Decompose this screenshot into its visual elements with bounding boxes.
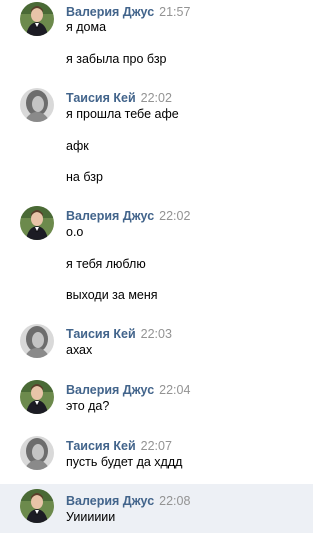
message-time[interactable]: 22:02 [141, 91, 172, 105]
message-time[interactable]: 22:03 [141, 327, 172, 341]
avatar[interactable] [20, 380, 54, 414]
message-group: Валерия Джус 21:57 я дома я забыла про бз… [0, 0, 313, 80]
message-text: выходи за меня [66, 288, 158, 302]
message-group: Валерия Джус 22:02 о.о я тебя люблю выход… [0, 204, 313, 316]
message-text: я прошла тебе афе [66, 107, 179, 121]
message-time[interactable]: 22:08 [159, 494, 190, 508]
message-text: я забыла про бзр [66, 52, 167, 66]
message-text: Уииииии [66, 510, 116, 524]
author-name[interactable]: Валерия Джус [66, 209, 154, 223]
message-text: я дома [66, 20, 107, 34]
message-history: Валерия Джус 21:57 я дома я забыла про бз… [0, 0, 313, 533]
message-time[interactable]: 21:57 [159, 5, 190, 19]
avatar-taisia-icon [20, 324, 54, 358]
avatar[interactable] [20, 436, 54, 470]
avatar-valeria-icon [20, 2, 54, 36]
avatar-valeria-icon [20, 380, 54, 414]
author-name[interactable]: Валерия Джус [66, 5, 154, 19]
avatar[interactable] [20, 324, 54, 358]
avatar-valeria-icon [20, 489, 54, 523]
message-text: ахах [66, 343, 93, 357]
message-group: Таисия Кей 22:02 я прошла тебе афе афк на… [0, 86, 313, 198]
message-text: на бзр [66, 170, 103, 184]
avatar[interactable] [20, 88, 54, 122]
message-text: афк [66, 139, 89, 153]
message-group: Таисия Кей 22:03 ахах [0, 322, 313, 368]
avatar-valeria-icon [20, 206, 54, 240]
author-name[interactable]: Валерия Джус [66, 383, 154, 397]
message-time[interactable]: 22:02 [159, 209, 190, 223]
author-name[interactable]: Валерия Джус [66, 494, 154, 508]
message-group-selected[interactable]: Валерия Джус 22:08 Уииииии [0, 484, 313, 533]
avatar[interactable] [20, 489, 54, 523]
message-group: Валерия Джус 22:04 это да? [0, 378, 313, 424]
message-text: я тебя люблю [66, 257, 146, 271]
message-text: пусть будет да хддд [66, 455, 183, 469]
message-text: о.о [66, 225, 84, 239]
author-name[interactable]: Таисия Кей [66, 91, 136, 105]
message-group: Таисия Кей 22:07 пусть будет да хддд [0, 434, 313, 480]
message-time[interactable]: 22:07 [141, 439, 172, 453]
avatar[interactable] [20, 2, 54, 36]
message-text: это да? [66, 399, 110, 413]
avatar[interactable] [20, 206, 54, 240]
message-time[interactable]: 22:04 [159, 383, 190, 397]
avatar-taisia-icon [20, 436, 54, 470]
avatar-taisia-icon [20, 88, 54, 122]
author-name[interactable]: Таисия Кей [66, 439, 136, 453]
author-name[interactable]: Таисия Кей [66, 327, 136, 341]
